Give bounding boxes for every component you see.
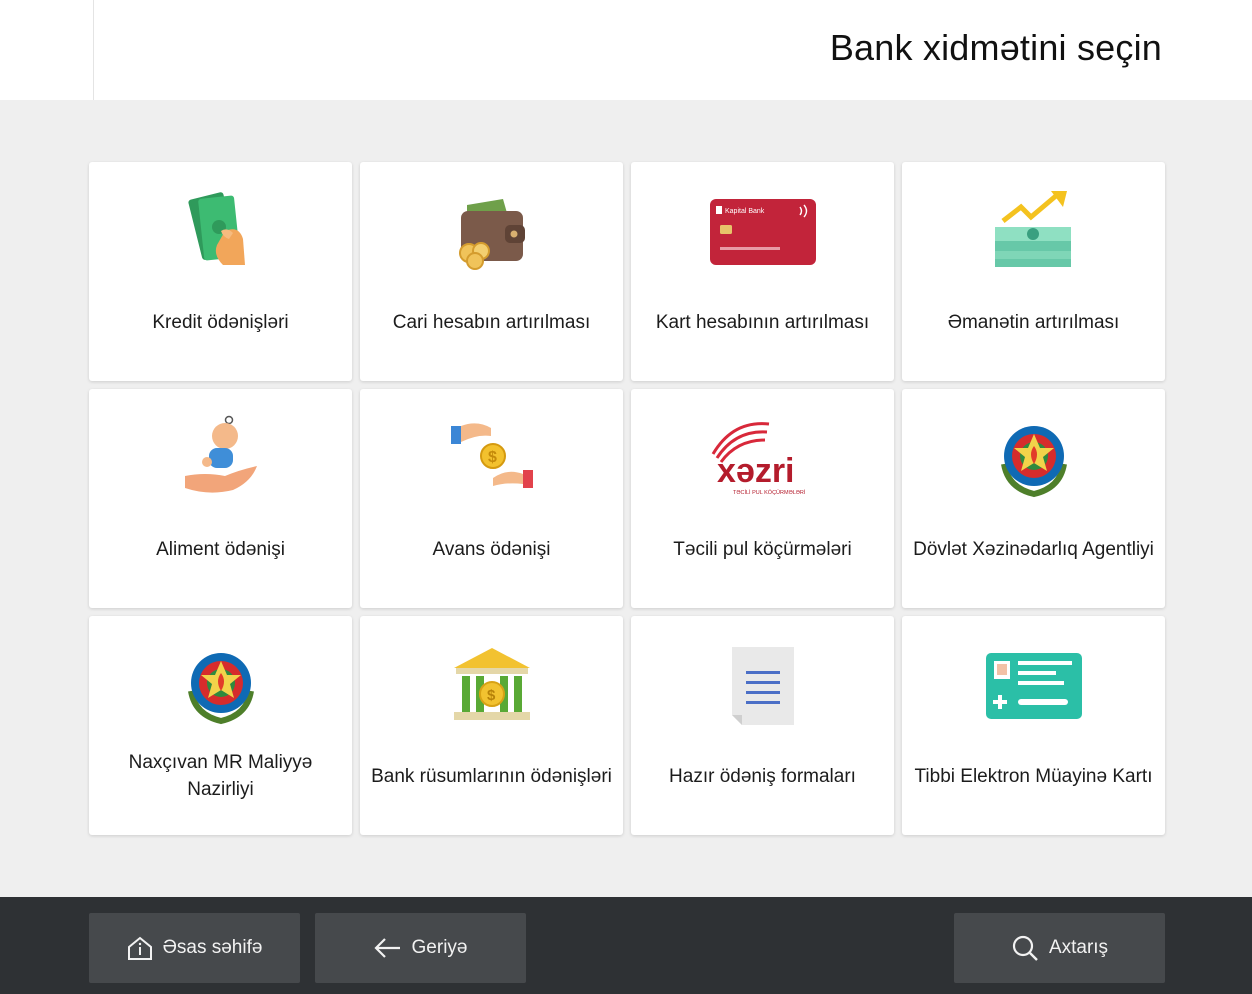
tile-label: Avans ödənişi <box>432 538 551 560</box>
azerbaijan-emblem-icon <box>89 636 352 736</box>
tile-label: Cari hesabın artırılması <box>392 311 591 333</box>
search-icon <box>1012 935 1038 961</box>
bank-building-icon: $ <box>360 636 623 736</box>
service-grid: Kredit ödənişləri Cari hesabın artırılma… <box>89 162 1166 835</box>
service-tile-kredit[interactable]: Kredit ödənişləri <box>89 162 352 381</box>
coin-exchange-hands-icon: $ <box>360 409 623 509</box>
page-title: Bank xidmətini seçin <box>829 27 1162 68</box>
tile-label: Kredit ödənişləri <box>152 311 289 333</box>
service-tile-xezri[interactable]: xəzri TƏCİLİ PUL KÖÇÜRMƏLƏRİ Təcili pul … <box>631 389 894 608</box>
back-button-label: Geriyə <box>411 937 468 958</box>
service-tile-emanet[interactable]: Əmanətin artırılması <box>902 162 1165 381</box>
baby-hand-icon <box>89 409 352 509</box>
header: Bank xidmətini seçin <box>0 0 1252 100</box>
service-tile-cari-hesab[interactable]: Cari hesabın artırılması <box>360 162 623 381</box>
service-tile-dovlet-xezinedarliq[interactable]: Dövlət Xəzinədarlıq Agentliyi <box>902 389 1165 608</box>
card-brand-text: Kapital Bank <box>725 208 765 215</box>
money-growth-icon <box>902 182 1165 282</box>
xezri-logo-icon: xəzri TƏCİLİ PUL KÖÇÜRMƏLƏRİ <box>631 409 894 509</box>
service-tile-aliment[interactable]: Aliment ödənişi <box>89 389 352 608</box>
tile-label: Əmanətin artırılması <box>947 311 1120 333</box>
home-button-label: Əsas səhifə <box>162 937 263 958</box>
back-button[interactable]: Geriyə <box>315 913 526 983</box>
svg-text:$: $ <box>487 687 496 704</box>
search-button[interactable]: Axtarış <box>954 913 1165 983</box>
home-button[interactable]: Əsas səhifə <box>89 913 300 983</box>
arrow-left-icon <box>373 938 400 958</box>
wallet-coins-icon <box>360 182 623 282</box>
service-tile-hazir-formalar[interactable]: Hazır ödəniş formaları <box>631 616 894 835</box>
tile-label: Kart hesabının artırılması <box>655 311 870 333</box>
footer-bar: Əsas səhifə Geriyə Axtarış <box>0 897 1252 994</box>
bank-card-icon: Kapital Bank <box>631 182 894 282</box>
azerbaijan-emblem-icon <box>902 409 1165 509</box>
header-divider <box>93 0 94 100</box>
tile-label: Dövlət Xəzinədarlıq Agentliyi <box>913 538 1154 560</box>
xezri-logo-text: xəzri <box>717 452 795 490</box>
service-tile-naxcivan-maliyye[interactable]: Naxçıvan MR Maliyyə Nazirliyi <box>89 616 352 835</box>
service-tile-tibbi-kart[interactable]: Tibbi Elektron Müayinə Kartı <box>902 616 1165 835</box>
tile-label: Hazır ödəniş formaları <box>669 765 856 787</box>
service-tile-bank-rusumlari[interactable]: $ Bank rüsumlarının ödənişləri <box>360 616 623 835</box>
tile-label: Təcili pul köçürmələri <box>673 538 852 560</box>
tile-label: Bank rüsumlarının ödənişləri <box>371 765 612 787</box>
money-hand-icon <box>89 182 352 282</box>
tile-label: Tibbi Elektron Müayinə Kartı <box>914 765 1153 787</box>
medical-card-icon <box>902 636 1165 736</box>
tile-label: Naxçıvan MR Maliyyə Nazirliyi <box>128 752 313 800</box>
tile-label: Aliment ödənişi <box>156 538 285 560</box>
xezri-logo-subtext: TƏCİLİ PUL KÖÇÜRMƏLƏRİ <box>733 489 806 496</box>
service-tile-avans[interactable]: $ Avans ödənişi <box>360 389 623 608</box>
svg-text:$: $ <box>488 449 497 466</box>
home-icon <box>127 936 152 960</box>
document-form-icon <box>631 636 894 736</box>
service-tile-kart-hesab[interactable]: Kapital Bank Kart hesabının artırılması <box>631 162 894 381</box>
search-button-label: Axtarış <box>1048 937 1109 958</box>
